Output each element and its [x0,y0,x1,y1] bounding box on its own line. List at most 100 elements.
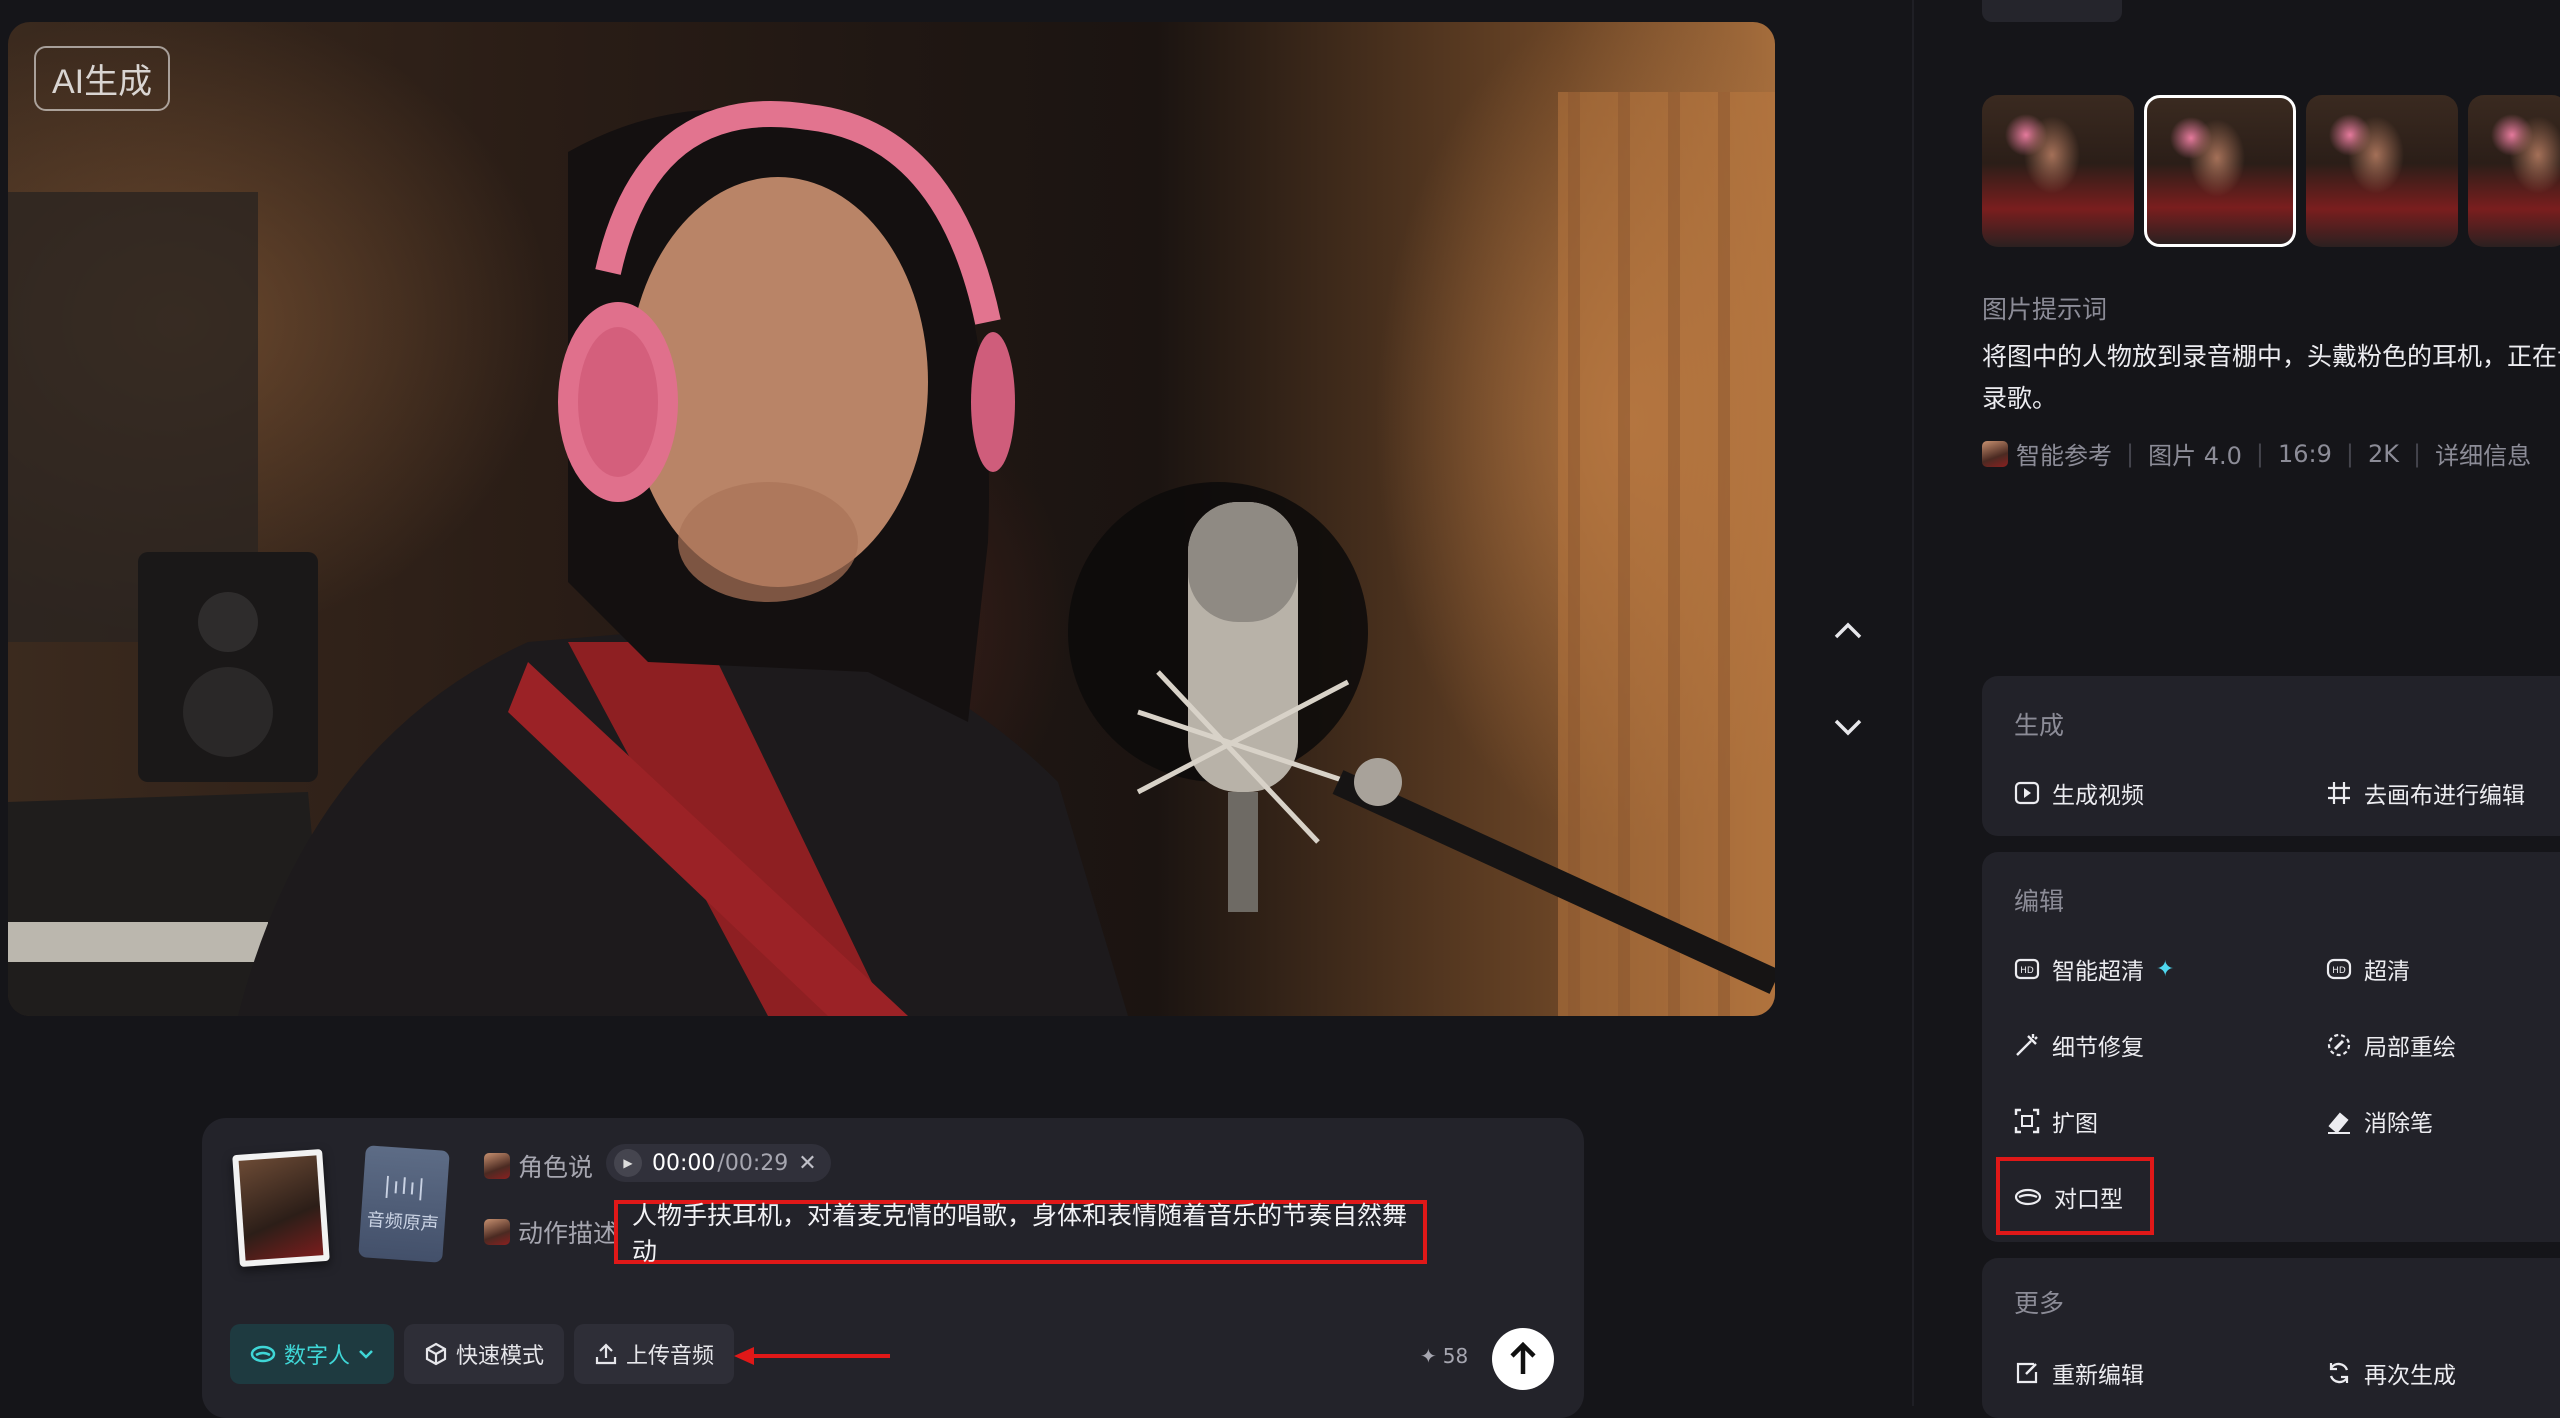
annotation-arrow-icon [734,1347,890,1365]
variant-thumbnail[interactable] [2306,95,2458,247]
variant-thumbnail[interactable] [1982,95,2134,247]
more-card: 更多 重新编辑 再次生成 [1982,1258,2560,1418]
digital-human-dropdown[interactable]: 数字人 [230,1324,395,1384]
eraser-icon [2328,1112,2350,1134]
edit-icon [2016,1362,2038,1384]
more-title: 更多 [2014,1289,2065,1318]
reference-portrait-thumbnail[interactable] [232,1148,330,1268]
prompt-line-1: 将图中的人物放到录音棚中，头戴粉色的耳机，正在专 [1982,342,2560,371]
inpaint-label: 局部重绘 [2364,1035,2456,1061]
hd-icon: HD [2014,958,2040,980]
eye-icon [250,1345,276,1363]
role-speaks-label: 角色说 [518,1153,594,1182]
studio-scene-illustration [8,92,1775,1016]
meta-separator: | [2345,439,2354,468]
previous-image-button[interactable] [1818,600,1878,660]
composer-toolbar: 数字人 快速模式 上传音频 [230,1324,735,1384]
credits-counter: ✦ 58 [1420,1344,1468,1368]
audio-reference-thumbnail[interactable]: |ılı| 音频原声 [358,1145,450,1263]
expand-icon [2014,1108,2040,1134]
cube-icon [425,1342,447,1366]
re-edit-label: 重新编辑 [2052,1363,2144,1389]
hd-button[interactable]: HD 超清 [2326,952,2410,986]
generate-title: 生成 [2014,711,2065,740]
lip-sync-highlight [1996,1157,2154,1235]
variant-thumbnails [1982,95,2560,247]
expand-label: 扩图 [2052,1111,2098,1137]
meta-reference: 智能参考 [2016,442,2112,470]
prompt-heading: 图片提示词 [1982,295,2108,324]
canvas-edit-label: 去画布进行编辑 [2364,783,2525,809]
re-edit-button[interactable]: 重新编辑 [2014,1356,2144,1390]
sparkle-icon: ✦ [1420,1344,1437,1368]
prompt-line-2: 录歌。 [1982,384,2058,413]
credits-value: 58 [1442,1344,1469,1368]
svg-text:HD: HD [2332,966,2346,976]
audio-current-time: 00:00 [652,1150,716,1176]
fast-mode-label: 快速模式 [456,1344,545,1369]
role-avatar [484,1153,510,1179]
play-icon[interactable]: ▶ [614,1149,642,1177]
regenerate-label: 再次生成 [2364,1363,2456,1389]
eraser-button[interactable]: 消除笔 [2326,1104,2433,1138]
crop-icon [2328,782,2350,804]
role-speaks-row: 角色说 [484,1148,593,1184]
chevron-down-icon [359,1350,373,1359]
digital-human-label: 数字人 [284,1344,351,1369]
expand-button[interactable]: 扩图 [2014,1104,2098,1138]
meta-separator: | [2413,439,2422,468]
upload-audio-button[interactable]: 上传音频 [574,1324,735,1384]
action-prompt-text: 人物手扶耳机，对着麦克情的唱歌，身体和表情随着音乐的节奏自然舞动 [632,1201,1408,1266]
action-description-row: 动作描述 [484,1214,618,1250]
reference-avatar [1982,440,2008,467]
generate-video-label: 生成视频 [2052,783,2144,809]
generate-video-button[interactable]: 生成视频 [2014,776,2144,810]
hd-label: 超清 [2364,959,2410,985]
arrow-up-icon [1510,1342,1536,1374]
chevron-up-icon [1834,622,1862,639]
generate-card: 生成 生成视频 去画布进行编辑 [1982,676,2560,836]
audio-total-time: /00:29 [717,1150,789,1176]
action-description-label: 动作描述 [518,1219,619,1248]
audio-thumb-label: 音频原声 [366,1208,440,1235]
remove-audio-close-icon[interactable]: ✕ [798,1151,816,1176]
ai-generated-badge: AI生成 [34,46,171,111]
action-avatar [484,1219,510,1245]
smart-hd-label: 智能超清 [2052,959,2144,985]
meta-ratio: 16:9 [2277,439,2332,468]
detail-fix-button[interactable]: 细节修复 [2014,1028,2144,1062]
meta-resolution: 2K [2367,439,2399,468]
preview-image[interactable]: AI生成 [8,22,1775,1016]
action-prompt-input[interactable]: 人物手扶耳机，对着麦克情的唱歌，身体和表情随着音乐的节奏自然舞动 [614,1200,1427,1266]
detail-fix-label: 细节修复 [2052,1035,2144,1061]
meta-model: 图片 4.0 [2148,442,2242,470]
meta-separator: | [2255,439,2264,468]
brush-icon [2327,1033,2351,1057]
meta-separator: | [2126,439,2135,468]
eraser-label: 消除笔 [2364,1111,2433,1137]
edit-title: 编辑 [2014,887,2065,916]
video-play-icon [2014,781,2040,805]
variant-thumbnail[interactable] [2468,95,2560,247]
magic-wand-icon [2016,1034,2038,1056]
fast-mode-button[interactable]: 快速模式 [404,1324,565,1384]
regenerate-button[interactable]: 再次生成 [2326,1356,2456,1390]
prompt-composer: |ılı| 音频原声 角色说 ▶ 00:00 /00:29 ✕ 动作描述 人物手… [202,1118,1584,1418]
svg-text:HD: HD [2020,966,2034,976]
upload-audio-label: 上传音频 [626,1344,715,1369]
hd-icon: HD [2326,958,2352,980]
inpaint-button[interactable]: 局部重绘 [2326,1028,2456,1062]
canvas-edit-button[interactable]: 去画布进行编辑 [2326,776,2525,810]
sparkle-icon: ✦ [2156,956,2175,982]
top-toolbar-button[interactable] [1982,0,2122,22]
detail-info-link[interactable]: 详细信息 [2435,436,2531,471]
panel-divider [1912,0,1914,1406]
audio-wave-icon: |ılı| [382,1173,428,1202]
send-button[interactable] [1492,1328,1554,1390]
chevron-down-icon [1834,719,1862,736]
image-meta-row: 智能参考 | 图片 4.0 | 16:9 | 2K | 详细信息 [1982,436,2531,471]
variant-thumbnail-selected[interactable] [2144,95,2296,247]
upload-icon [595,1343,617,1365]
next-image-button[interactable] [1818,698,1878,758]
smart-hd-button[interactable]: HD 智能超清 ✦ [2014,952,2174,986]
